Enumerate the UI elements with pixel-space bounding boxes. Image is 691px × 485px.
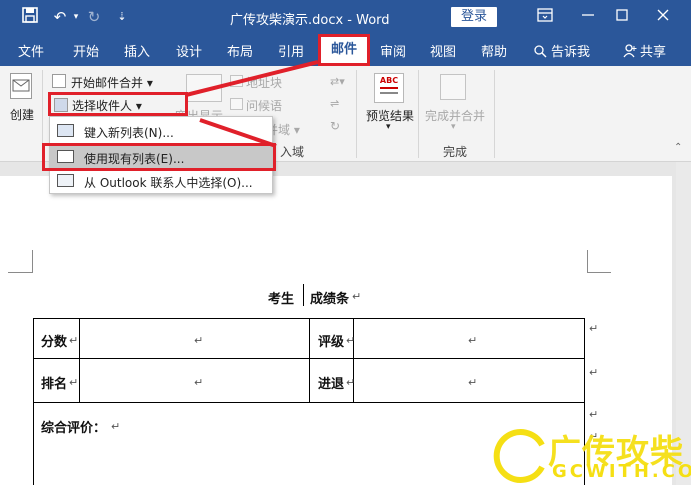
watermark-subtext: GCWITH.COM	[552, 461, 691, 482]
annotation-arrow	[199, 118, 277, 148]
annotation-arrow	[185, 60, 319, 97]
watermark-logo-icon	[493, 429, 545, 483]
annotation-arrows	[185, 60, 319, 148]
